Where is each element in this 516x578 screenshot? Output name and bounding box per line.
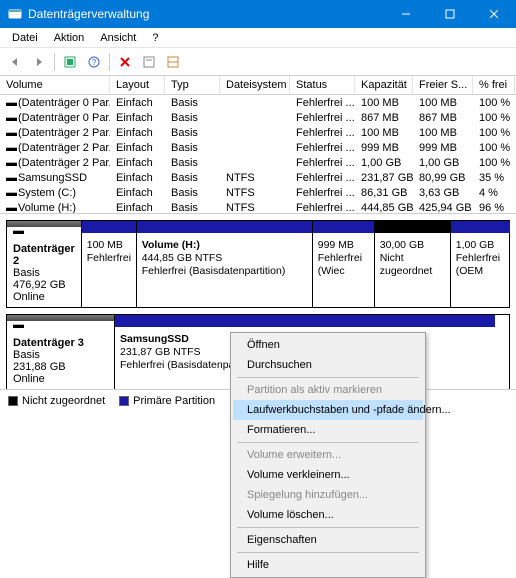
maximize-button[interactable] [428, 0, 472, 28]
col-cap[interactable]: Kapazität [355, 76, 413, 94]
legend-swatch-primary [119, 396, 129, 406]
close-button[interactable] [472, 0, 516, 28]
context-menu-item[interactable]: Durchsuchen [233, 355, 423, 375]
col-pct[interactable]: % frei [473, 76, 515, 94]
context-menu: ÖffnenDurchsuchen Partition als aktiv mar… [230, 332, 426, 578]
menu-action[interactable]: Aktion [46, 30, 93, 46]
partition[interactable]: 30,00 GBNicht zugeordnet [374, 221, 450, 307]
volume-row[interactable]: ▬(Datenträger 2 Par...EinfachBasisFehler… [0, 125, 516, 140]
forward-button[interactable] [28, 51, 50, 73]
context-menu-item[interactable]: Öffnen [233, 335, 423, 355]
volume-row[interactable]: ▬(Datenträger 0 Par...EinfachBasisFehler… [0, 95, 516, 110]
context-menu-item[interactable]: Laufwerkbuchstaben und -pfade ändern... [233, 400, 423, 420]
col-typ[interactable]: Typ [165, 76, 220, 94]
context-menu-item: Volume erweitern... [233, 445, 423, 465]
col-volume[interactable]: Volume [0, 76, 110, 94]
disk-info[interactable]: ▬Datenträger 3Basis231,88 GBOnline [7, 315, 115, 389]
volume-row[interactable]: ▬Volume (H:)EinfachBasisNTFSFehlerfrei .… [0, 200, 516, 214]
toolbar: ? [0, 48, 516, 76]
partition[interactable]: 999 MBFehlerfrei (Wiec [312, 221, 374, 307]
volume-row[interactable]: ▬SamsungSSDEinfachBasisNTFSFehlerfrei ..… [0, 170, 516, 185]
context-menu-item[interactable]: Eigenschaften [233, 530, 423, 550]
menu-view[interactable]: Ansicht [92, 30, 144, 46]
partition[interactable]: 1,00 GBFehlerfrei (OEM [450, 221, 510, 307]
volume-row[interactable]: ▬(Datenträger 2 Par...EinfachBasisFehler… [0, 140, 516, 155]
col-status[interactable]: Status [290, 76, 355, 94]
col-free[interactable]: Freier S... [413, 76, 473, 94]
volume-list-header: Volume Layout Typ Dateisystem Status Kap… [0, 76, 516, 95]
menu-separator [237, 377, 419, 378]
svg-text:?: ? [92, 58, 97, 67]
menu-separator [237, 442, 419, 443]
app-icon [8, 7, 22, 21]
back-button[interactable] [4, 51, 26, 73]
context-menu-item[interactable]: Volume löschen... [233, 505, 423, 525]
titlebar: Datenträgerverwaltung [0, 0, 516, 28]
menu-help[interactable]: ? [144, 30, 166, 46]
list-button[interactable] [162, 51, 184, 73]
col-layout[interactable]: Layout [110, 76, 165, 94]
legend-unallocated: Nicht zugeordnet [22, 395, 105, 407]
unmount-button[interactable] [114, 51, 136, 73]
context-menu-item[interactable]: Hilfe [233, 555, 423, 575]
volume-row[interactable]: ▬(Datenträger 0 Par...EinfachBasisFehler… [0, 110, 516, 125]
properties-button[interactable] [138, 51, 160, 73]
partition[interactable]: 100 MBFehlerfrei [82, 221, 136, 307]
col-fs[interactable]: Dateisystem [220, 76, 290, 94]
menu-separator [237, 527, 419, 528]
volume-list: Volume Layout Typ Dateisystem Status Kap… [0, 76, 516, 214]
volume-row[interactable]: ▬(Datenträger 2 Par...EinfachBasisFehler… [0, 155, 516, 170]
context-menu-item: Spiegelung hinzufügen... [233, 485, 423, 505]
context-menu-item: Partition als aktiv markieren [233, 380, 423, 400]
volume-row[interactable]: ▬System (C:)EinfachBasisNTFSFehlerfrei .… [0, 185, 516, 200]
menubar: Datei Aktion Ansicht ? [0, 28, 516, 48]
context-menu-item[interactable]: Formatieren... [233, 420, 423, 440]
help-button[interactable]: ? [83, 51, 105, 73]
menu-file[interactable]: Datei [4, 30, 46, 46]
legend-swatch-unalloc [8, 396, 18, 406]
legend-primary: Primäre Partition [133, 395, 215, 407]
refresh-button[interactable] [59, 51, 81, 73]
disk-info[interactable]: ▬Datenträger 2Basis476,92 GBOnline [7, 221, 82, 307]
minimize-button[interactable] [384, 0, 428, 28]
window-title: Datenträgerverwaltung [28, 7, 384, 21]
context-menu-item[interactable]: Volume verkleinern... [233, 465, 423, 485]
disk-row: ▬Datenträger 2Basis476,92 GBOnline100 MB… [6, 220, 510, 308]
partition[interactable]: Volume (H:)444,85 GB NTFSFehlerfrei (Bas… [136, 221, 312, 307]
menu-separator [237, 552, 419, 553]
